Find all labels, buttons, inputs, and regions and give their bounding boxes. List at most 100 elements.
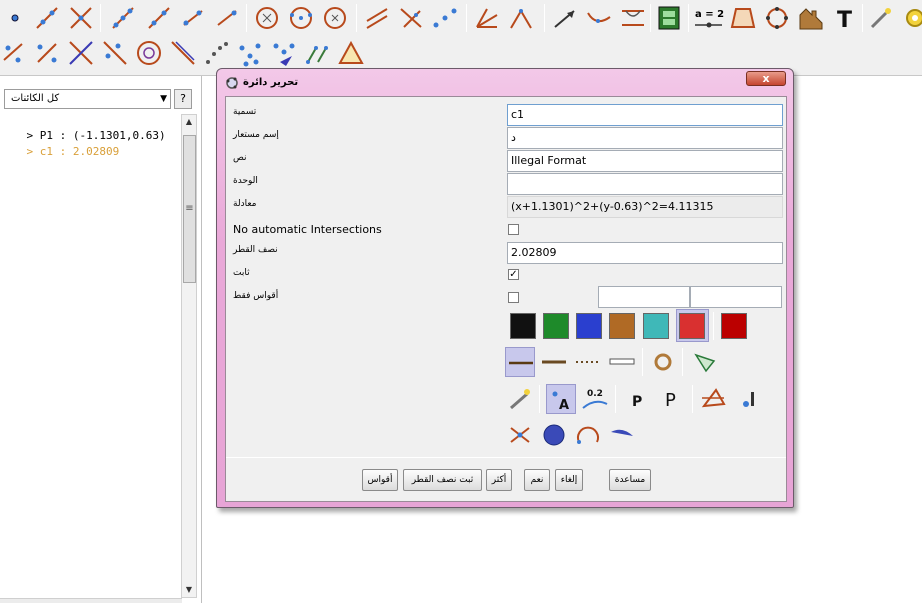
equation-field: (x+1.1301)^2+(y-0.63)^2=4.11315 (507, 196, 783, 218)
color-swatch-brown[interactable] (609, 313, 635, 339)
dialog-body: تسمية c1 إسم مستعار د نص Illegal Format … (225, 96, 787, 502)
circle-center-point-tool-icon[interactable] (252, 3, 282, 33)
alias-label: إسم مستعار (233, 130, 279, 140)
arcs-to-field[interactable] (690, 286, 782, 308)
image-tool-icon[interactable] (796, 3, 826, 33)
unit-field[interactable] (507, 173, 783, 195)
point-on-object-tool-icon[interactable] (0, 38, 30, 68)
intersect-tool-icon[interactable] (66, 3, 96, 33)
fixed-checkbox[interactable]: ✓ (508, 269, 519, 280)
object-filter-value: كل الكائنات (11, 93, 60, 104)
line-through-points-tool-icon[interactable] (212, 3, 242, 33)
text-tool-icon[interactable]: T (830, 3, 860, 33)
rounding-icon[interactable]: 0.2 (580, 384, 610, 414)
dotted-curve-tool-icon[interactable] (202, 38, 232, 68)
color-swatch-teal[interactable] (643, 313, 669, 339)
line-style-thick-icon[interactable] (539, 347, 569, 377)
triangle-style-icon[interactable] (698, 384, 728, 414)
algebra-panel: كل الكائنات ▼ ? > P1 : (-1.1301,0.63) > … (0, 76, 202, 603)
help-dialog-button[interactable]: مساعدة (609, 469, 651, 491)
radius-label: نصف القطر (233, 245, 278, 255)
line-tool-icon[interactable] (32, 3, 62, 33)
object-filter-dropdown[interactable]: كل الكائنات ▼ (4, 89, 171, 109)
caption-small-icon[interactable]: P (623, 384, 653, 414)
arcs-button[interactable]: أقواس (362, 469, 398, 491)
color-swatch-blue[interactable] (576, 313, 602, 339)
mirror-tool-icon[interactable] (100, 38, 130, 68)
perpendicular-bisector-tool-icon[interactable] (66, 38, 96, 68)
filled-circle-icon[interactable] (539, 420, 569, 450)
show-label-icon[interactable]: A (546, 384, 576, 414)
circle-style-icon[interactable] (648, 347, 678, 377)
help-button[interactable]: ? (174, 89, 192, 109)
algebra-item-text: c1 : 2.02809 (39, 145, 120, 158)
arc-style-icon[interactable] (573, 420, 603, 450)
slope-tool-icon[interactable] (32, 38, 62, 68)
circle-through-points-tool-icon[interactable] (286, 3, 316, 33)
tangents-tool-icon[interactable] (506, 3, 536, 33)
color-swatch-darkred[interactable] (721, 313, 747, 339)
locus-points-tool-icon[interactable] (302, 38, 332, 68)
name-field[interactable]: c1 (507, 104, 783, 126)
color-swatch-green[interactable] (543, 313, 569, 339)
scrollbar-thumb[interactable]: ≡ (183, 135, 196, 283)
circle-tool-icon[interactable] (134, 38, 164, 68)
ray-tool-icon[interactable] (144, 3, 174, 33)
conic-tool-icon[interactable] (762, 3, 792, 33)
color-swatch-black[interactable] (510, 313, 536, 339)
regression-tool-icon[interactable] (268, 38, 298, 68)
line-style-solid-icon[interactable] (505, 347, 535, 377)
dialog-divider (226, 457, 786, 458)
svg-text:T: T (837, 8, 852, 33)
close-button[interactable]: x (746, 71, 786, 86)
polygon-tool-icon[interactable] (728, 3, 758, 33)
midpoint-tool-icon[interactable] (430, 3, 460, 33)
trace-icon[interactable] (734, 384, 764, 414)
settings-tool-icon[interactable] (900, 3, 922, 33)
angle-style-icon[interactable] (690, 347, 720, 377)
triangle-tool-icon[interactable] (336, 38, 366, 68)
circle-radius-tool-icon[interactable] (320, 3, 350, 33)
caption-field[interactable]: Illegal Format (507, 150, 783, 172)
fixed-label: ثابت (233, 268, 250, 278)
scroll-down-icon[interactable]: ▼ (182, 583, 196, 597)
fix-radius-button[interactable]: ثبت نصف القطر (403, 469, 482, 491)
point-tool-icon[interactable] (0, 3, 30, 33)
line-style-white-icon[interactable] (607, 347, 637, 377)
slider-tool-icon[interactable]: a = 2 (692, 3, 726, 33)
color-swatch-red[interactable] (679, 313, 705, 339)
caption-label: نص (233, 153, 247, 163)
magic-wand-tool-icon[interactable] (866, 3, 896, 33)
yes-button[interactable]: نعم (524, 469, 550, 491)
segment-tool-icon[interactable] (108, 3, 138, 33)
vector-tool-icon[interactable] (178, 3, 208, 33)
diameter-tool-icon[interactable] (168, 38, 198, 68)
angle-bisector-tool-icon[interactable] (472, 3, 502, 33)
cancel-button[interactable]: إلغاء (555, 469, 583, 491)
caption-large-icon[interactable]: P (657, 384, 687, 414)
function-tool-icon[interactable] (584, 3, 614, 33)
alias-field[interactable]: د (507, 127, 783, 149)
radius-field[interactable]: 2.02809 (507, 242, 783, 264)
perpendicular-tool-icon[interactable] (396, 3, 426, 33)
algebra-item-c1[interactable]: > c1 : 2.02809 (0, 132, 120, 171)
scroll-up-icon[interactable]: ▲ (182, 115, 196, 129)
expand-arrow-icon: > (26, 145, 40, 158)
arcs-from-field[interactable] (598, 286, 690, 308)
no-intersections-checkbox[interactable] (508, 224, 519, 235)
horizontal-scrollbar[interactable] (0, 598, 182, 603)
arcs-only-checkbox[interactable] (508, 292, 519, 303)
line-style-dotted-icon[interactable] (573, 347, 603, 377)
vertical-scrollbar[interactable]: ▲ ≡ ▼ (181, 114, 197, 598)
geogebra-icon (226, 77, 238, 89)
parallel-line-tool-icon[interactable] (362, 3, 392, 33)
vector-arrow-tool-icon[interactable] (550, 3, 580, 33)
magic-wand-icon[interactable] (505, 384, 535, 414)
svg-text:a = 2: a = 2 (695, 9, 724, 20)
locus-tool-icon[interactable] (618, 3, 648, 33)
intersect-style-icon[interactable] (505, 420, 535, 450)
movie-tool-icon[interactable] (654, 3, 684, 33)
scatter-tool-icon[interactable] (236, 38, 266, 68)
more-button[interactable]: أكثر (486, 469, 512, 491)
sector-style-icon[interactable] (607, 420, 637, 450)
